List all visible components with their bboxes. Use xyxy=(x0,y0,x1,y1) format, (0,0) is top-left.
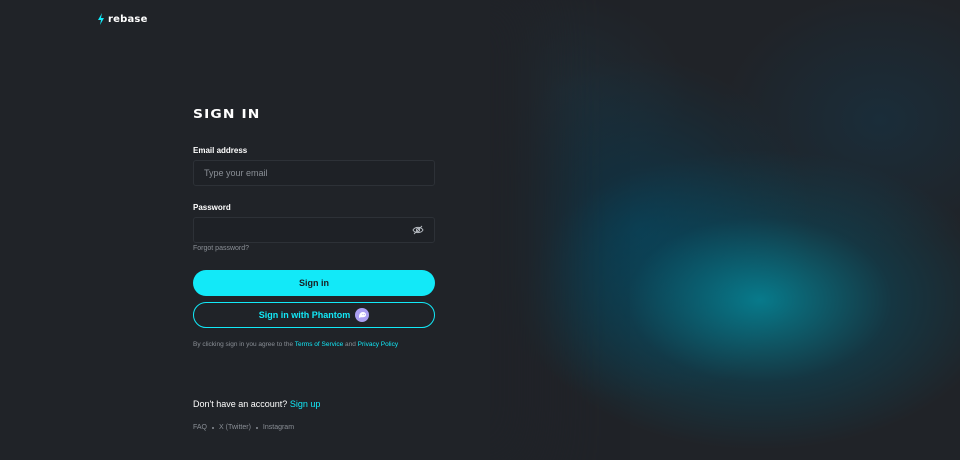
signup-prompt-text: Don't have an account? xyxy=(193,399,288,409)
page-title: SIGN IN xyxy=(193,107,261,121)
email-field-wrapper xyxy=(193,160,435,186)
privacy-policy-link[interactable]: Privacy Policy xyxy=(358,341,398,348)
password-label: Password xyxy=(193,203,231,212)
password-field-wrapper xyxy=(193,217,435,243)
legal-middle: and xyxy=(343,341,358,348)
email-field[interactable] xyxy=(204,168,424,178)
separator-dot xyxy=(255,426,258,429)
sign-up-link[interactable]: Sign up xyxy=(290,399,321,409)
instagram-link[interactable]: Instagram xyxy=(263,424,294,431)
phantom-sign-in-button[interactable]: Sign in with Phantom xyxy=(193,302,435,328)
brand-logo[interactable]: rebase xyxy=(97,13,148,25)
brand-name: rebase xyxy=(108,13,148,25)
legal-prefix: By clicking sign in you agree to the xyxy=(193,341,295,348)
phantom-ghost-icon xyxy=(355,308,370,322)
terms-of-service-link[interactable]: Terms of Service xyxy=(295,341,343,348)
sign-in-button-label: Sign in xyxy=(299,278,329,288)
signup-prompt: Don't have an account? Sign up xyxy=(193,399,320,409)
faq-link[interactable]: FAQ xyxy=(193,424,207,431)
phantom-button-label: Sign in with Phantom xyxy=(258,310,351,320)
separator-dot xyxy=(212,426,215,429)
legal-text: By clicking sign in you agree to the Ter… xyxy=(193,341,398,348)
password-field[interactable] xyxy=(204,225,406,235)
sign-in-button[interactable]: Sign in xyxy=(193,270,435,296)
lightning-icon xyxy=(98,13,104,25)
email-label: Email address xyxy=(193,146,248,155)
eye-off-icon[interactable] xyxy=(412,225,424,235)
twitter-link[interactable]: X (Twitter) xyxy=(219,424,251,431)
footer-links: FAQ X (Twitter) Instagram xyxy=(193,424,294,431)
forgot-password-link[interactable]: Forgot password? xyxy=(193,245,249,252)
